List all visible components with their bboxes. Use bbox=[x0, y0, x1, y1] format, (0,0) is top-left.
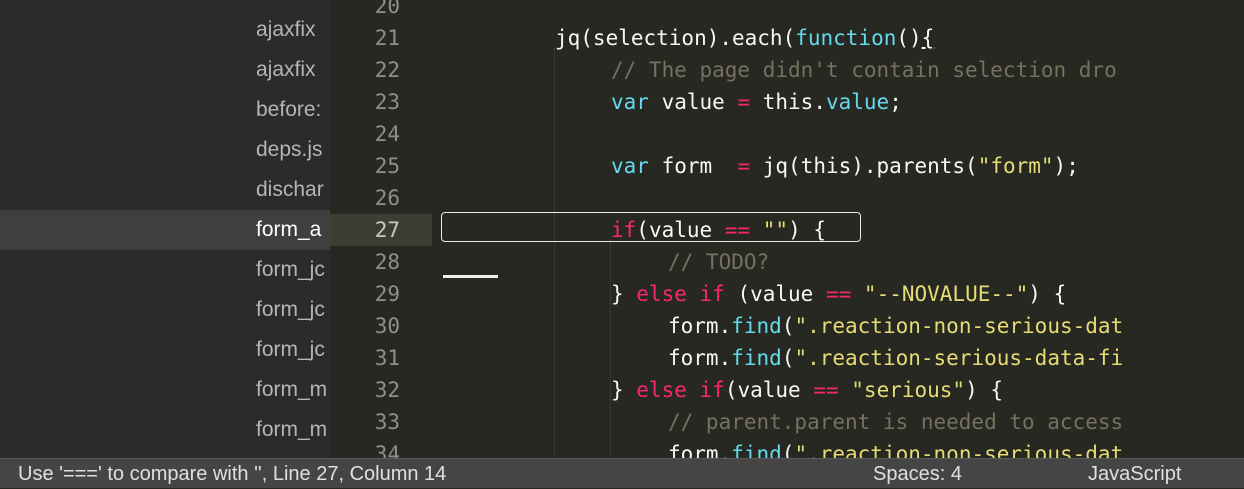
line-number: 25 bbox=[374, 154, 400, 178]
sidebar-file-item[interactable]: form_a bbox=[0, 210, 330, 250]
code-token: value bbox=[825, 90, 890, 114]
code-token: = bbox=[737, 90, 751, 114]
line-number: 33 bbox=[374, 410, 400, 434]
sidebar-file-item[interactable]: form_m bbox=[0, 410, 330, 450]
code-token: ".reaction-non-serious-dat bbox=[794, 442, 1124, 458]
cursor-marker bbox=[443, 275, 498, 278]
code-token: form. bbox=[668, 346, 732, 370]
code-token: ( bbox=[781, 442, 795, 458]
code-token: value bbox=[648, 90, 738, 114]
line-number: 24 bbox=[374, 122, 400, 146]
code-token: var bbox=[611, 90, 649, 114]
syntax-selector[interactable]: JavaScript bbox=[1088, 459, 1181, 489]
code-token: ( bbox=[781, 314, 795, 338]
sidebar-file-list: ajaxfix ajaxfix before: deps.js dischar form_… bbox=[0, 0, 330, 458]
code-token: } bbox=[611, 282, 637, 306]
code-token: ( bbox=[781, 346, 795, 370]
code-line[interactable]: var value = this.value; bbox=[611, 86, 902, 118]
sidebar-file-item[interactable]: ajaxfix bbox=[0, 50, 330, 90]
minimap[interactable] bbox=[1167, 0, 1244, 458]
line-number-gutter: 20 21 22 23 24 25 26 27 28 29 30 31 32 33 34 bbox=[330, 0, 432, 458]
code-token: // parent.parent is needed to access bbox=[668, 410, 1124, 434]
code-token: form. bbox=[668, 314, 732, 338]
line-number: 34 bbox=[374, 442, 400, 458]
code-token: jq(selection).each( bbox=[555, 26, 796, 50]
sidebar-file-item[interactable]: before: bbox=[0, 90, 330, 130]
line-number: 28 bbox=[374, 250, 400, 274]
code-token: function bbox=[795, 26, 897, 50]
code-line[interactable]: // TODO? bbox=[668, 246, 769, 278]
code-token: == bbox=[813, 378, 839, 402]
code-token: form bbox=[648, 154, 738, 178]
sidebar-file-item[interactable]: form_jc bbox=[0, 330, 330, 370]
code-token: form. bbox=[668, 442, 732, 458]
sidebar-file-item[interactable]: form_m bbox=[0, 370, 330, 410]
line-number: 30 bbox=[374, 314, 400, 338]
code-token: "--NOVALUE--" bbox=[863, 282, 1029, 306]
code-token: ".reaction-serious-data-fi bbox=[794, 346, 1124, 370]
code-token: } bbox=[611, 378, 637, 402]
selected-line-highlight bbox=[441, 212, 861, 242]
indent-guide bbox=[610, 240, 611, 458]
code-token: // The page didn't contain selection dro bbox=[611, 58, 1117, 82]
code-token: "serious" bbox=[851, 378, 966, 402]
code-token: = bbox=[737, 154, 751, 178]
line-number: 31 bbox=[374, 346, 400, 370]
sidebar-file-item[interactable]: dischar bbox=[0, 170, 330, 210]
code-token: this. bbox=[750, 90, 826, 114]
code-token: // TODO? bbox=[668, 250, 770, 274]
code-token: find bbox=[731, 442, 782, 458]
code-token: (value bbox=[724, 282, 826, 306]
line-number: 21 bbox=[374, 26, 400, 50]
line-number: 20 bbox=[374, 0, 400, 18]
line-number: 23 bbox=[374, 90, 400, 114]
code-token: else if bbox=[636, 378, 725, 402]
code-line[interactable]: jq(selection).each(function(){ bbox=[555, 22, 934, 54]
sidebar-file-item[interactable]: form_jc bbox=[0, 250, 330, 290]
code-token: ); bbox=[1053, 154, 1079, 178]
sidebar-file-item[interactable]: form_jc bbox=[0, 290, 330, 330]
line-number: 32 bbox=[374, 378, 400, 402]
code-token: ) { bbox=[965, 378, 1004, 402]
code-line[interactable]: // parent.parent is needed to access bbox=[668, 406, 1123, 438]
code-token: () bbox=[896, 26, 922, 50]
line-number: 26 bbox=[374, 186, 400, 210]
code-token: "form" bbox=[977, 154, 1054, 178]
code-token: var bbox=[611, 154, 649, 178]
status-message: Use '===' to compare with '', Line 27, C… bbox=[18, 463, 447, 485]
code-token: (value bbox=[724, 378, 814, 402]
matched-brace: { bbox=[921, 26, 935, 50]
status-bar: Use '===' to compare with '', Line 27, C… bbox=[0, 458, 1244, 488]
code-token: find bbox=[731, 314, 782, 338]
line-number: 29 bbox=[374, 282, 400, 306]
indentation-selector[interactable]: Spaces: 4 bbox=[873, 459, 962, 489]
sidebar-file-item[interactable]: deps.js bbox=[0, 130, 330, 170]
code-token: ) { bbox=[1028, 282, 1067, 306]
code-token: else if bbox=[636, 282, 725, 306]
line-number: 22 bbox=[374, 58, 400, 82]
code-line[interactable]: form.find(".reaction-serious-data-fi bbox=[668, 342, 1123, 374]
code-line[interactable]: } else if(value == "serious") { bbox=[611, 374, 1003, 406]
line-number: 27 bbox=[330, 214, 432, 246]
code-token: == bbox=[825, 282, 852, 306]
code-token: ; bbox=[889, 90, 902, 114]
code-line[interactable]: var form = jq(this).parents("form"); bbox=[611, 150, 1079, 182]
code-line[interactable]: form.find(".reaction-non-serious-dat bbox=[668, 438, 1123, 458]
code-token: jq(this).parents( bbox=[750, 154, 978, 178]
code-line[interactable]: // The page didn't contain selection dro bbox=[611, 54, 1117, 86]
code-line[interactable]: form.find(".reaction-non-serious-dat bbox=[668, 310, 1123, 342]
code-line[interactable]: } else if (value == "--NOVALUE--") { bbox=[611, 278, 1066, 310]
indent-guide bbox=[554, 48, 555, 458]
code-token: ".reaction-non-serious-dat bbox=[794, 314, 1124, 338]
sidebar-file-item[interactable]: ajaxfix bbox=[0, 10, 330, 50]
code-token: find bbox=[731, 346, 782, 370]
